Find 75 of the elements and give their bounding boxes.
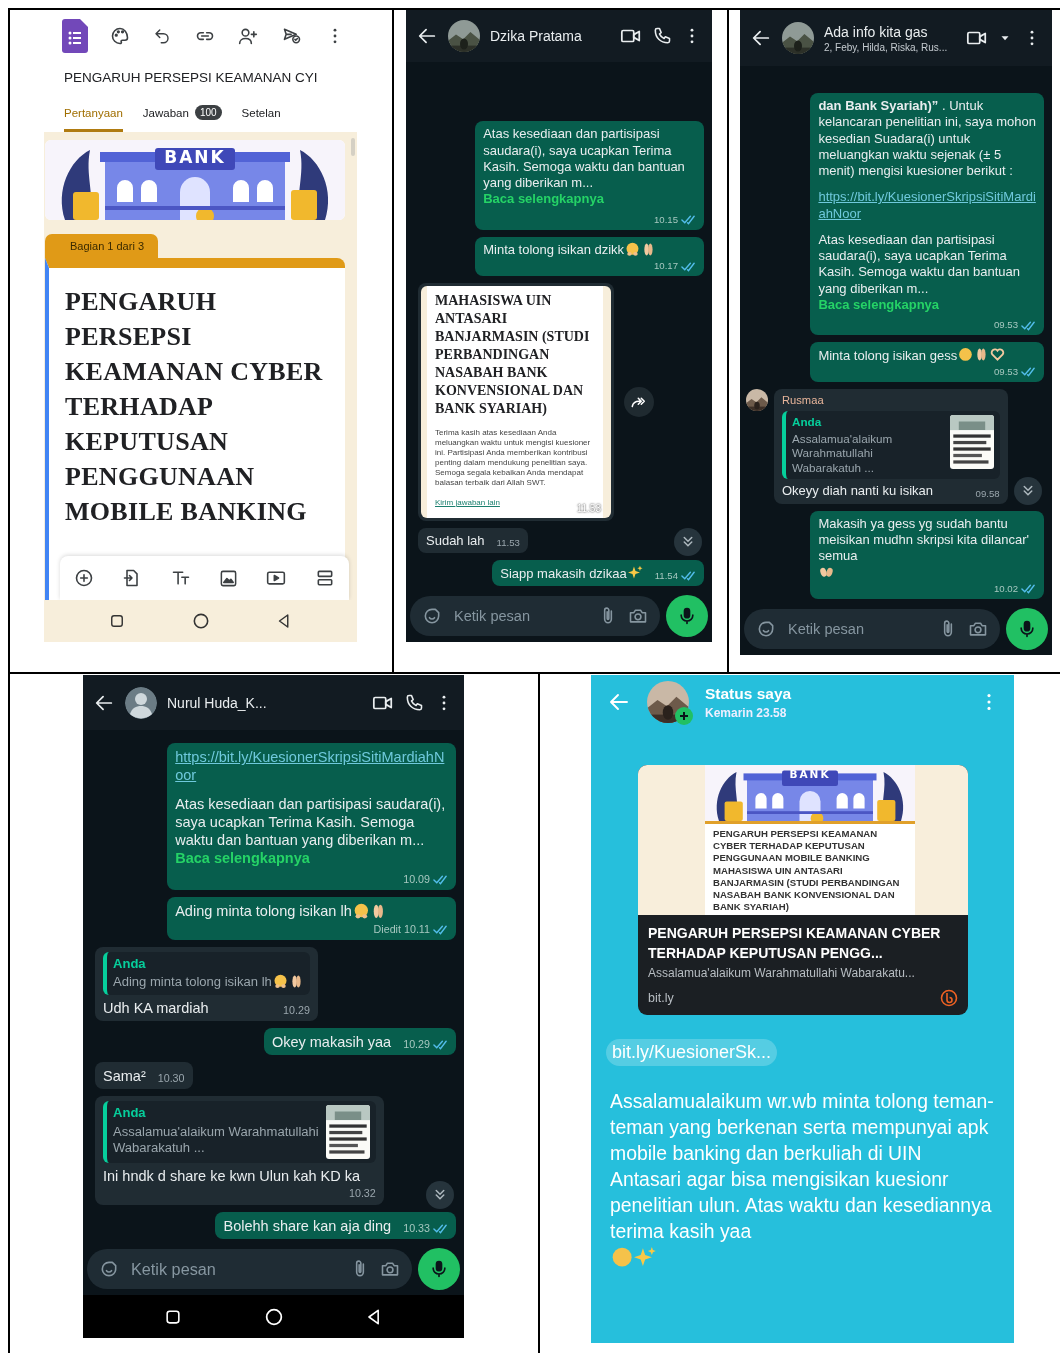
quote-author: Anda [113, 956, 147, 973]
sender-name: Rusmaa [782, 393, 825, 408]
read-more-link[interactable]: Baca selengkapnya [818, 297, 940, 312]
message-text: Atas kesediaan dan partisipasi saudara(i), saya ucapkan Terima Kasih. Semoga waktu dan bantuan yang diberikan m... Baca selengkapnya [818, 232, 1022, 314]
status-text: Assalamualaikum wr.wb minta tolong teman-teman yang berkenan serta mempunyai apk mobile banking dan berkuliah di UIN Antasari agar bisa mengisikan kuesionr penelitian ulun. Atas waktu dan kesediannya terima kasih yaa [610, 1089, 994, 1245]
message-text: Okeyy diah nanti ku isikan [782, 483, 934, 500]
message-text: Bolehh share kan aja ding [223, 1216, 392, 1235]
message-field[interactable]: Ketik pesan [744, 609, 1000, 649]
message-text: Udh KA mardiah [103, 998, 209, 1018]
quote-text: Assalamua'alaikum Warahmatullahi Wabarakatuh ... [792, 431, 893, 474]
message-input[interactable]: Ketik pesan [129, 1258, 340, 1280]
count-badge: 100 [194, 105, 222, 120]
message-time: 10.17 [653, 260, 678, 273]
preview-domain: bit.ly [648, 991, 674, 1006]
message-text: Atas kesediaan dan partisipasi saudara(i), saya ucapkan Terima Kasih. Semoga waktu dan bantuan yang diberikan m... Baca selengkapnya [175, 794, 447, 868]
form-title[interactable]: PENGARUH PERSEPSI KEAMANAN CYI [44, 62, 357, 96]
form-heading[interactable]: PENGARUH PERSEPSI KEAMANAN CYBER TERHADAP KEPUTUSAN PENGGUNAAN MOBILE BANKING [65, 284, 337, 529]
message-text: Minta tolong isikan gess [818, 347, 958, 364]
message-time: 10.32 [348, 1187, 376, 1201]
message-time: 09.58 [975, 487, 1000, 500]
message-time: 10.09 [403, 873, 430, 887]
message-time: 10.11 [403, 922, 430, 936]
message-text: Makasih ya gess yg sudah bantu meisikan mudhn skripsi kita dilancar' semua [818, 515, 1030, 565]
message-time: 10.15 [653, 213, 678, 226]
message-field[interactable]: Ketik pesan [410, 596, 660, 636]
quoted-message[interactable]: Anda Ading minta tolong isikan lh [103, 952, 310, 995]
message-input[interactable]: Ketik pesan [452, 607, 588, 625]
link[interactable]: https://bit.ly/KuesionerSkripsiSitiMardiahNoor [175, 748, 448, 785]
form-heading: MAHASISWA UIN ANTASARI BANJARMASIN (STUDI PERBANDINGAN NASABAH BANK KONVENSIONAL DAN BANK SYARIAH) [435, 292, 591, 419]
banner-label: BANK [789, 768, 831, 781]
quote-text: Assalamua'alaikum Warahmatullahi Wabarakatuh ... [113, 1123, 319, 1155]
message-text: Ini hndk d share ke kwn Ulun kah KD ka [103, 1167, 361, 1186]
message-field[interactable]: Ketik pesan [87, 1249, 412, 1289]
quote-author: Anda [113, 1105, 147, 1122]
message-text: dan Bank Syariah)” . Untuk kelancaran penelitian ini, saya mohon kesedian Suadara(i) untuk meluangkan waktu sejenak (± 5 menit) mengisi kuesioner berikut : [818, 98, 1036, 180]
message-text: Okey makasih yaa [271, 1033, 392, 1052]
message-text: Minta tolong isikan dzikk [483, 241, 625, 259]
read-more-link[interactable]: Baca selengkapnya [175, 849, 310, 866]
form-text: Terima kasih atas kesediaan Anda meluangkan waktu untuk mengisi kuesioner ini. Partisipasi Anda memberikan kontribusi penting dalam mendukung penelitian saya. Semoga segala kebaikan Anda mendapat balasan terbaik dari Allah SWT. [435, 428, 592, 489]
message-text: Sudah lah [426, 533, 485, 550]
quote-author: Anda [792, 414, 823, 430]
contact-name[interactable]: Dzika Pratama [490, 28, 610, 44]
message-text: Siapp makasih dzikaa [500, 565, 627, 582]
message-time: 10.29 [403, 1037, 430, 1052]
message-text: Ading minta tolong isikan lh [175, 902, 352, 921]
tab[interactable]: Jawaban 100 [142, 96, 222, 132]
link[interactable]: https://bit.ly/KuesionerSkripsiSitiMardiahNoor [818, 189, 1036, 222]
preview-title: PENGARUH PERSEPSI KEAMANAN CYBER TERHADAP KEPUTUSAN PENGG... [648, 924, 942, 964]
tab[interactable]: Setelan [241, 96, 281, 132]
message-input[interactable]: Ketik pesan [786, 620, 928, 638]
message-time: 11.53 [576, 503, 601, 515]
message-time: 09.53 [993, 365, 1018, 378]
quoted-message[interactable]: Anda Assalamua'alaikum Warahmatullahi Wabarakatuh ... [782, 410, 1000, 480]
message-text: Sama² [103, 1067, 146, 1086]
quote-text: Ading minta tolong isikan lh [113, 974, 272, 990]
edited-label: Diedit [373, 922, 401, 936]
read-more-link[interactable]: Baca selengkapnya [483, 191, 604, 207]
message-time: 10.29 [283, 1003, 310, 1018]
message-text: Atas kesediaan dan partisipasi saudara(i), saya ucapkan Terima Kasih. Semoga waktu dan bantuan yang diberikan m... Baca selengkapnya [483, 126, 686, 208]
message-time: 09.53 [993, 319, 1018, 332]
banner-label: BANK [164, 147, 226, 168]
preview-description: Assalamua'alaikum Warahmatullahi Wabarakatu... [648, 966, 916, 981]
status-time: Kemarin 23.58 [705, 705, 788, 720]
link[interactable]: Kirim jawaban lain [435, 498, 500, 508]
message-time: 10.02 [993, 582, 1018, 595]
status-title: Status saya [705, 684, 793, 703]
quoted-message[interactable]: Anda Assalamua'alaikum Warahmatullahi Wabarakatuh ... [103, 1101, 376, 1164]
page-text: PENGARUH PERSEPSI KEAMANAN CYBER TERHADAP KEPUTUSAN PENGGUNAAN MOBILE BANKING MAHASISWA UIN ANTASARI BANJARMASIN (STUDI PERBANDINGAN NASABAH BANK KONVENSIONAL DAN BANK SYARIAH) [712, 827, 901, 915]
message-time: 10.33 [403, 1221, 430, 1235]
message-time: 11.54 [654, 569, 678, 582]
contact-name[interactable]: Ada info kita gas [824, 23, 956, 40]
contact-name[interactable]: Nurul Huda_K... [167, 694, 362, 711]
message-time: 11.53 [496, 537, 520, 550]
message-time: 10.30 [157, 1071, 185, 1086]
group-members: 2, Feby, Hilda, Riska, Rus... [824, 41, 949, 53]
